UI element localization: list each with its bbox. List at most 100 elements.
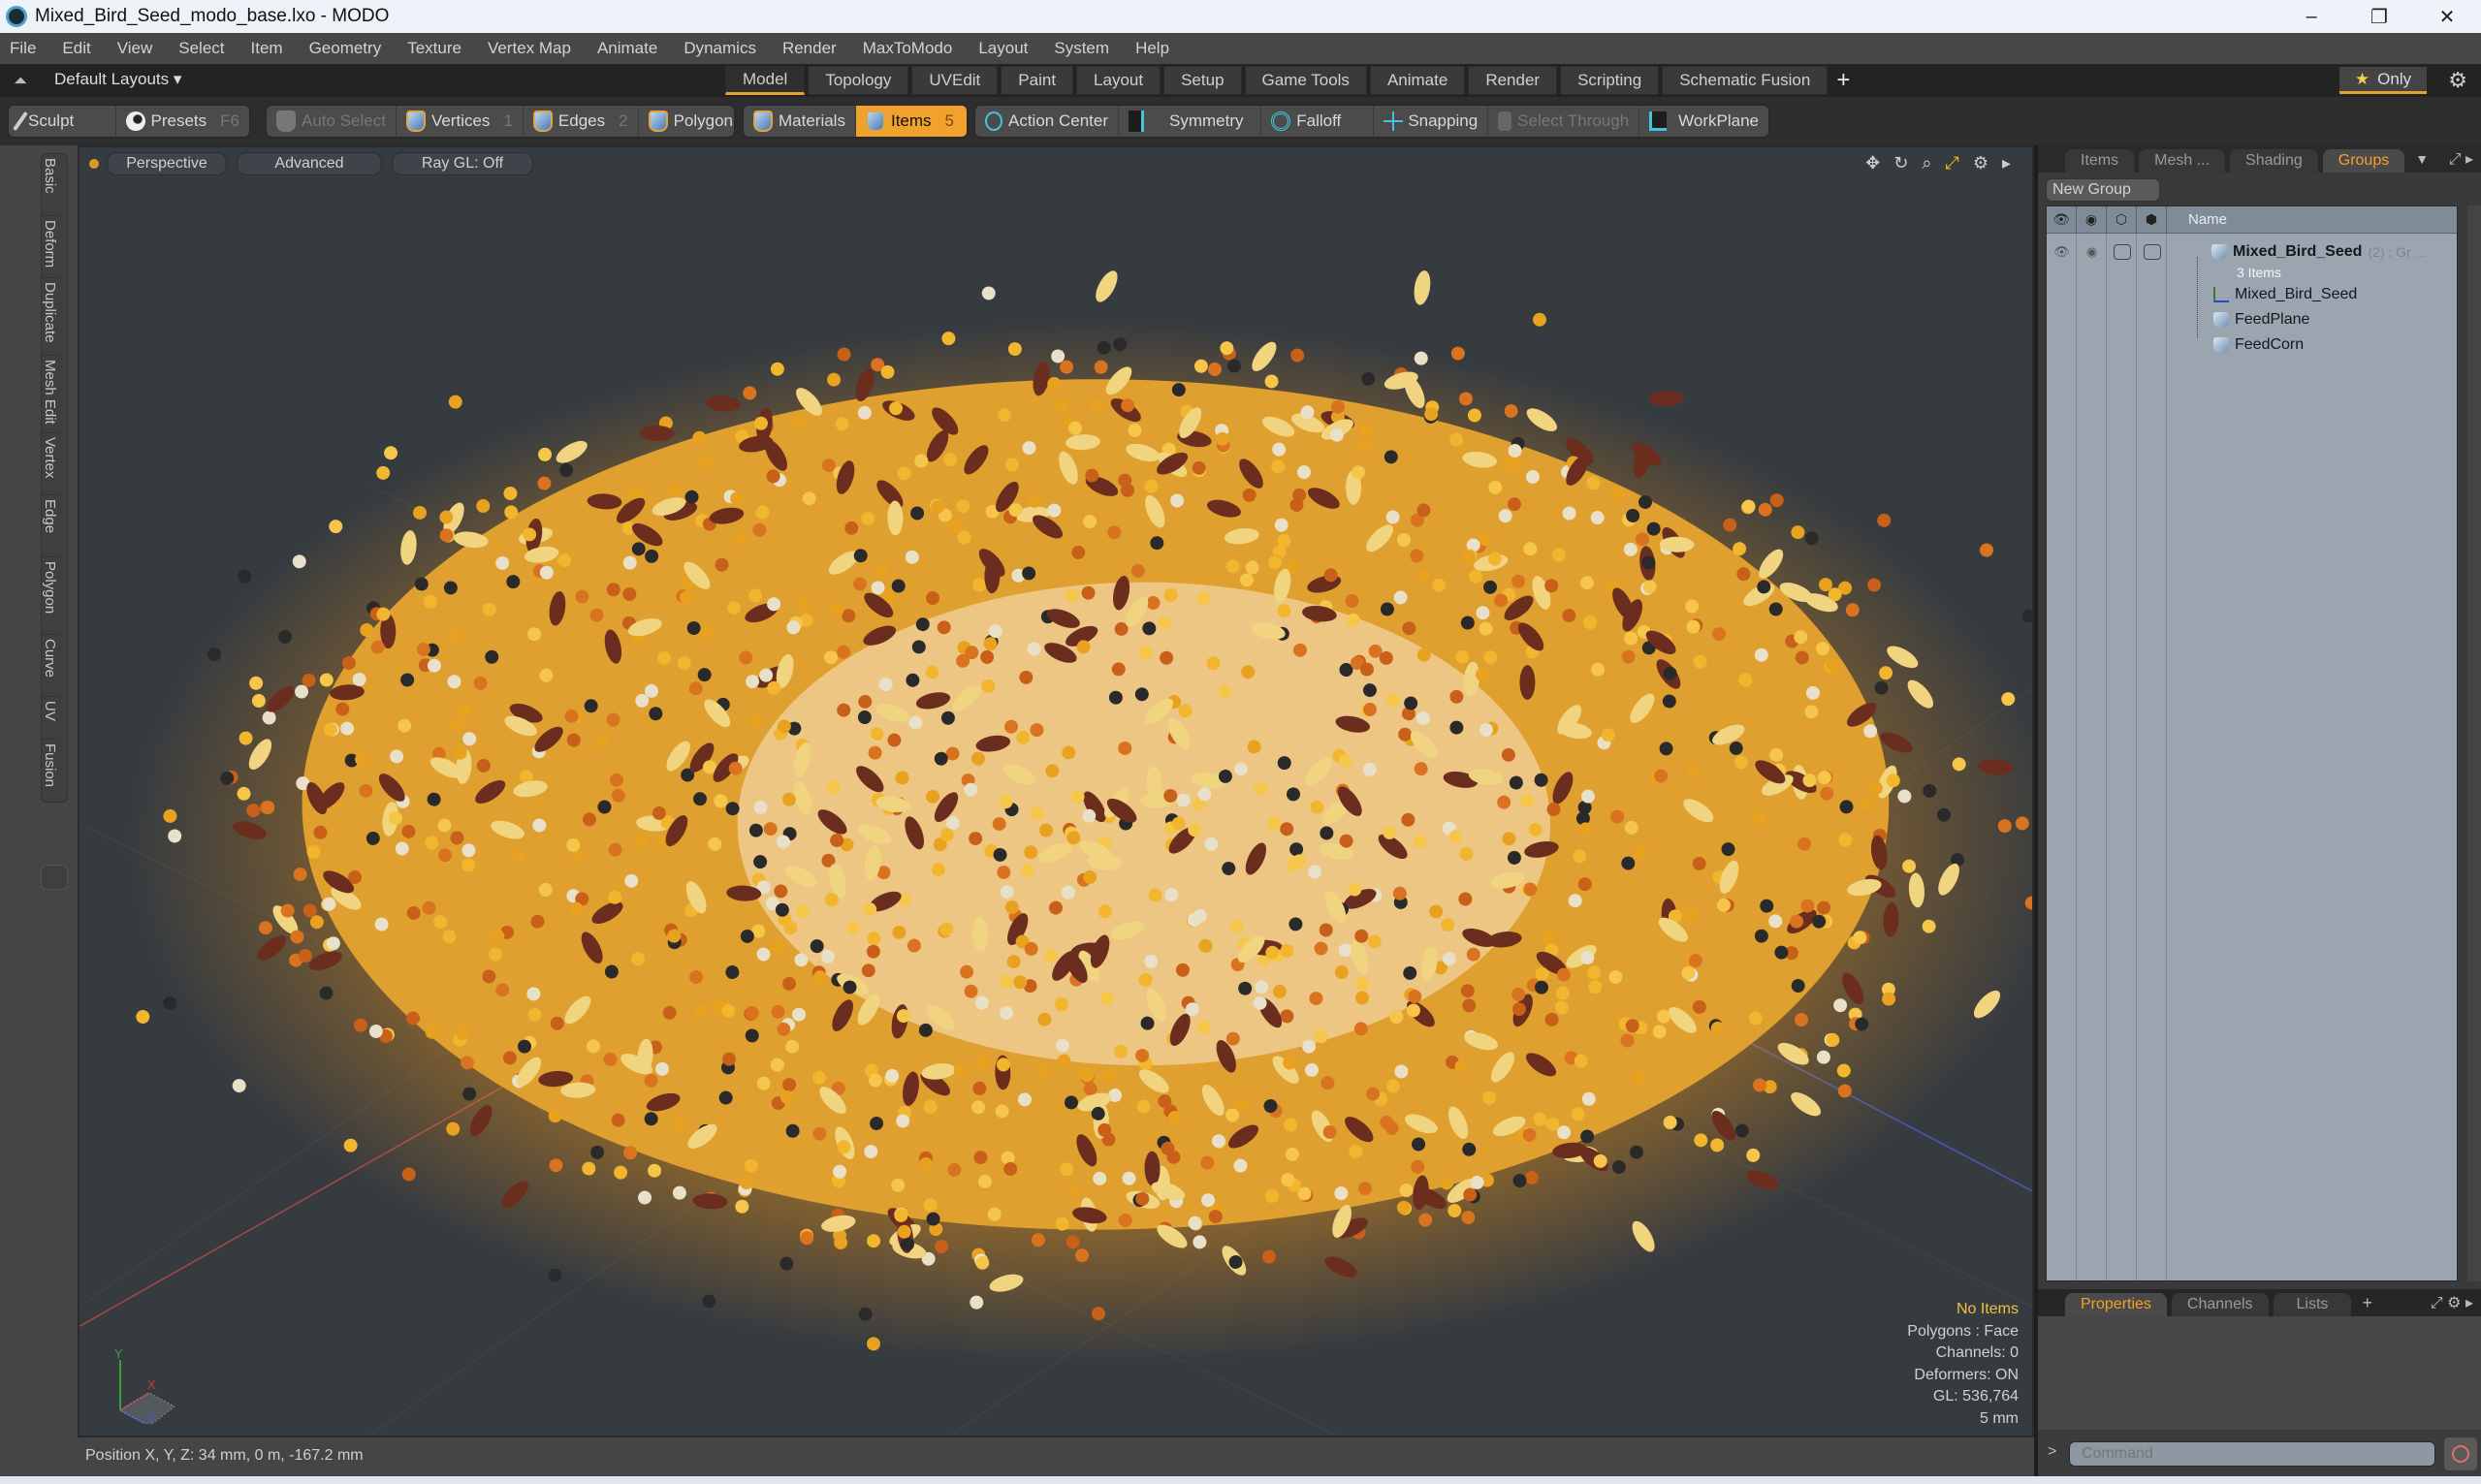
menu-edit[interactable]: Edit	[62, 39, 90, 58]
add-panel-tab-button[interactable]: +	[2362, 1293, 2372, 1313]
menu-item[interactable]: Item	[251, 39, 283, 58]
tab-render[interactable]: Render	[1468, 66, 1558, 95]
tool-tab-polygon[interactable]: Polygon	[42, 557, 58, 635]
tab-model[interactable]: Model	[725, 66, 806, 95]
rotate-icon[interactable]: ↻	[1893, 153, 1908, 174]
vertices-button[interactable]: Vertices 1	[397, 106, 524, 137]
lock-column-cube-icon[interactable]: ⬡	[2107, 206, 2137, 233]
view-type-dropdown[interactable]: Perspective	[107, 152, 227, 175]
menu-maxtomodo[interactable]: MaxToModo	[863, 39, 953, 58]
select-through-button[interactable]: Select Through	[1488, 106, 1640, 137]
viewport-menu-arrow-icon[interactable]: ▸	[2002, 153, 2011, 174]
add-tab-button[interactable]: +	[1836, 66, 1850, 95]
action-center-button[interactable]: Action Center	[975, 106, 1119, 137]
tab-animate[interactable]: Animate	[1369, 66, 1466, 95]
tab-lists[interactable]: Lists	[2273, 1293, 2352, 1316]
new-group-button[interactable]: New Group	[2046, 178, 2160, 202]
polygons-button[interactable]: Polygons	[639, 106, 734, 137]
panel-expand-icon[interactable]: ⤢ ▸	[2449, 149, 2473, 169]
pan-icon[interactable]: ✥	[1865, 153, 1880, 174]
tab-shading[interactable]: Shading	[2230, 149, 2318, 173]
name-column-header[interactable]: Name	[2167, 206, 2227, 233]
zoom-icon[interactable]: ⌕	[1922, 153, 1931, 174]
only-button[interactable]: ★ Only	[2339, 67, 2427, 94]
seed-particle	[911, 640, 926, 654]
menu-system[interactable]: System	[1054, 39, 1109, 58]
tool-tab-deform[interactable]: Deform	[42, 216, 58, 278]
raygl-toggle[interactable]: Ray GL: Off	[392, 152, 533, 175]
tool-tab-vertex[interactable]: Vertex	[42, 433, 58, 495]
tab-setup[interactable]: Setup	[1163, 66, 1242, 95]
maximize-icon[interactable]: ⤢	[1945, 153, 1958, 174]
command-input[interactable]	[2069, 1441, 2435, 1467]
group-lock-checkbox[interactable]	[2107, 244, 2137, 260]
tab-game-tools[interactable]: Game Tools	[1244, 66, 1367, 95]
tab-scripting[interactable]: Scripting	[1560, 66, 1660, 95]
tool-tab-duplicate[interactable]: Duplicate	[42, 278, 58, 356]
tool-tab-fusion[interactable]: Fusion	[42, 740, 58, 802]
menu-file[interactable]: File	[10, 39, 36, 58]
viewport-settings-gear-icon[interactable]: ⚙	[1973, 153, 1988, 174]
tree-row-child[interactable]: FeedPlane	[2213, 307, 2309, 332]
collapse-arrow-icon[interactable]: ⏶	[14, 71, 27, 91]
restore-button[interactable]: ❐	[2345, 0, 2413, 33]
3d-viewport[interactable]: Perspective Advanced Ray GL: Off ✥ ↻ ⌕ ⤢…	[78, 145, 2034, 1437]
shading-mode-dropdown[interactable]: Advanced	[237, 152, 382, 175]
tab-items[interactable]: Items	[2065, 149, 2135, 173]
symmetry-button[interactable]: Symmetry	[1119, 106, 1262, 137]
menu-animate[interactable]: Animate	[597, 39, 657, 58]
tree-row-group[interactable]: 👁 ◉ Mixed_Bird_Seed (2) : Gr ...	[2047, 239, 2454, 265]
auto-select-button[interactable]: Auto Select	[267, 106, 397, 137]
tab-paint[interactable]: Paint	[1001, 66, 1074, 95]
tab-layout[interactable]: Layout	[1076, 66, 1161, 95]
falloff-button[interactable]: Falloff	[1261, 106, 1375, 137]
menu-dynamics[interactable]: Dynamics	[684, 39, 756, 58]
tab-uvedit[interactable]: UVEdit	[911, 66, 999, 95]
presets-button[interactable]: Presets F6	[116, 106, 249, 137]
tool-tab-basic[interactable]: Basic	[42, 154, 58, 216]
menu-geometry[interactable]: Geometry	[309, 39, 382, 58]
menu-view[interactable]: View	[117, 39, 153, 58]
tool-tab-edge[interactable]: Edge	[42, 495, 58, 557]
tabs-dropdown-arrow-icon[interactable]: ▼	[2415, 151, 2429, 167]
menu-layout[interactable]: Layout	[978, 39, 1028, 58]
gear-icon[interactable]: ⚙	[2448, 68, 2467, 93]
tool-tab-mesh-edit[interactable]: Mesh Edit	[42, 356, 58, 433]
snapping-icon	[1384, 111, 1404, 131]
tool-tab-uv[interactable]: UV	[42, 697, 58, 740]
viewport-indicator-dot[interactable]	[89, 159, 99, 169]
tab-channels[interactable]: Channels	[2171, 1293, 2269, 1316]
select-column-cube-icon[interactable]: ⬢	[2137, 206, 2167, 233]
sculpt-button[interactable]: Sculpt	[9, 106, 116, 137]
materials-button[interactable]: Materials	[744, 106, 856, 137]
items-button[interactable]: Items 5	[855, 106, 967, 137]
minimize-button[interactable]: –	[2277, 0, 2345, 33]
menu-select[interactable]: Select	[178, 39, 224, 58]
group-visibility-eye-icon[interactable]: 👁	[2047, 244, 2077, 260]
edges-button[interactable]: Edges 2	[524, 106, 639, 137]
visibility-column-eye-icon[interactable]: 👁	[2047, 206, 2077, 233]
tool-tab-extra-button[interactable]	[41, 865, 68, 890]
properties-expand-gear-icon[interactable]: ⤢ ⚙ ▸	[2431, 1293, 2473, 1312]
menu-render[interactable]: Render	[782, 39, 837, 58]
workplane-button[interactable]: WorkPlane	[1639, 106, 1768, 137]
group-render-camera-icon[interactable]: ◉	[2077, 244, 2107, 260]
tab-topology[interactable]: Topology	[808, 66, 909, 95]
tab-schematic-fusion[interactable]: Schematic Fusion	[1662, 66, 1829, 95]
group-select-checkbox[interactable]	[2137, 244, 2167, 260]
snapping-button[interactable]: Snapping	[1374, 106, 1489, 137]
tab-mesh[interactable]: Mesh ...	[2139, 149, 2226, 173]
menu-vertex-map[interactable]: Vertex Map	[488, 39, 571, 58]
groups-scrollbar[interactable]	[2467, 205, 2481, 1281]
menu-texture[interactable]: Texture	[407, 39, 461, 58]
tab-properties[interactable]: Properties	[2065, 1293, 2167, 1316]
tab-groups[interactable]: Groups	[2322, 149, 2405, 173]
render-column-camera-icon[interactable]: ◉	[2077, 206, 2107, 233]
menu-help[interactable]: Help	[1135, 39, 1169, 58]
tree-row-child[interactable]: Mixed_Bird_Seed	[2213, 282, 2357, 307]
record-macro-button[interactable]	[2444, 1437, 2477, 1470]
tool-tab-curve[interactable]: Curve	[42, 635, 58, 697]
default-layouts-dropdown[interactable]: Default Layouts ▾	[54, 70, 181, 89]
tree-row-child[interactable]: FeedCorn	[2213, 332, 2304, 358]
close-button[interactable]: ✕	[2413, 0, 2481, 33]
